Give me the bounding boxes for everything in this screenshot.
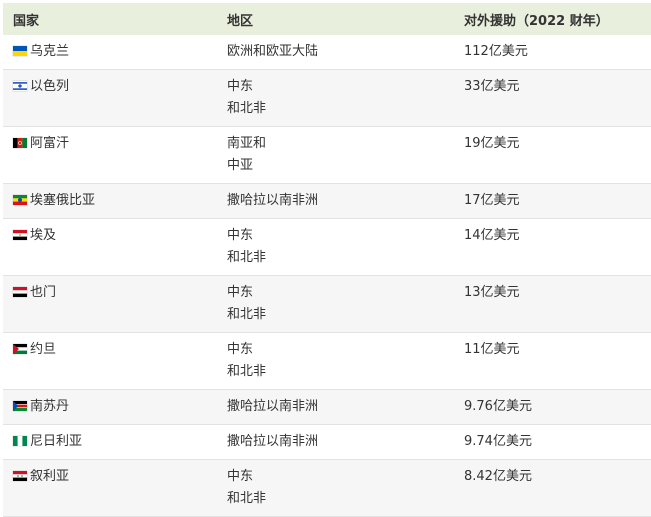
- aid-amount-cell: 8.42亿美元: [458, 459, 651, 517]
- country-name: 乌克兰: [30, 44, 70, 59]
- country-cell: 也门: [3, 275, 215, 333]
- afghanistan-flag-icon: [13, 138, 27, 148]
- region-line: 南亚和: [227, 136, 267, 151]
- country-cell: 埃及: [3, 218, 215, 276]
- region-cell: 欧洲和欧亚大陆: [215, 35, 458, 70]
- region-cell: 撒哈拉以南非洲: [215, 389, 458, 425]
- country-name: 南苏丹: [30, 399, 70, 414]
- country-name: 叙利亚: [30, 469, 70, 484]
- table-body: 乌克兰 欧洲和欧亚大陆 112亿美元 以色列 中东 和北非 33亿美元 阿富汗 南亚和 中亚 19亿…: [3, 35, 651, 517]
- region-line: 中东: [227, 342, 254, 357]
- table-row: 南苏丹 撒哈拉以南非洲 9.76亿美元: [3, 389, 651, 425]
- country-name: 埃塞俄比亚: [30, 193, 96, 208]
- country-name: 也门: [30, 285, 57, 300]
- country-cell: 尼日利亚: [3, 424, 215, 460]
- header-region: 地区: [215, 3, 458, 35]
- region-cell: 南亚和 中亚: [215, 126, 458, 184]
- region-line: 和北非: [227, 364, 267, 379]
- country-name: 尼日利亚: [30, 434, 83, 449]
- ethiopia-flag-icon: [13, 195, 27, 205]
- header-aid: 对外援助（2022 财年）: [458, 3, 651, 35]
- region-cell: 中东 和北非: [215, 332, 458, 390]
- country-cell: 埃塞俄比亚: [3, 183, 215, 219]
- country-cell: 乌克兰: [3, 35, 215, 70]
- south-sudan-flag-icon: [13, 401, 27, 411]
- table-row: 约旦 中东 和北非 11亿美元: [3, 332, 651, 390]
- region-cell: 中东 和北非: [215, 218, 458, 276]
- table-row: 尼日利亚 撒哈拉以南非洲 9.74亿美元: [3, 424, 651, 460]
- country-cell: 南苏丹: [3, 389, 215, 425]
- table-row: 也门 中东 和北非 13亿美元: [3, 275, 651, 333]
- table-row: 以色列 中东 和北非 33亿美元: [3, 69, 651, 127]
- jordan-flag-icon: [13, 344, 27, 354]
- country-cell: 叙利亚: [3, 459, 215, 517]
- header-row: 国家 地区 对外援助（2022 财年）: [3, 3, 651, 35]
- header-country: 国家: [3, 3, 215, 35]
- foreign-aid-table: 国家 地区 对外援助（2022 财年） 乌克兰 欧洲和欧亚大陆 112亿美元 以色列中…: [3, 3, 651, 517]
- country-cell: 以色列: [3, 69, 215, 127]
- region-line: 撒哈拉以南非洲: [227, 399, 319, 414]
- region-line: 中亚: [227, 158, 254, 173]
- aid-amount-cell: 9.74亿美元: [458, 424, 651, 460]
- israel-flag-icon: [13, 81, 27, 91]
- aid-amount-cell: 11亿美元: [458, 332, 651, 390]
- region-line: 撒哈拉以南非洲: [227, 193, 319, 208]
- region-line: 中东: [227, 228, 254, 243]
- region-line: 和北非: [227, 101, 267, 116]
- aid-amount-cell: 112亿美元: [458, 35, 651, 70]
- aid-amount-cell: 17亿美元: [458, 183, 651, 219]
- country-cell: 阿富汗: [3, 126, 215, 184]
- region-line: 和北非: [227, 250, 267, 265]
- nigeria-flag-icon: [13, 436, 27, 446]
- country-name: 约旦: [30, 342, 57, 357]
- region-cell: 撒哈拉以南非洲: [215, 183, 458, 219]
- table-header: 国家 地区 对外援助（2022 财年）: [3, 3, 651, 35]
- table-row: 埃及 中东 和北非 14亿美元: [3, 218, 651, 276]
- region-line: 中东: [227, 79, 254, 94]
- country-name: 阿富汗: [30, 136, 70, 151]
- aid-amount-cell: 33亿美元: [458, 69, 651, 127]
- aid-amount-cell: 9.76亿美元: [458, 389, 651, 425]
- region-cell: 中东 和北非: [215, 459, 458, 517]
- syria-flag-icon: [13, 471, 27, 481]
- country-name: 埃及: [30, 228, 57, 243]
- region-cell: 中东 和北非: [215, 275, 458, 333]
- table-row: 阿富汗 南亚和 中亚 19亿美元: [3, 126, 651, 184]
- table-row: 埃塞俄比亚 撒哈拉以南非洲 17亿美元: [3, 183, 651, 219]
- table-row: 叙利亚 中东 和北非 8.42亿美元: [3, 459, 651, 517]
- region-cell: 撒哈拉以南非洲: [215, 424, 458, 460]
- region-line: 撒哈拉以南非洲: [227, 434, 319, 449]
- aid-amount-cell: 19亿美元: [458, 126, 651, 184]
- aid-amount-cell: 14亿美元: [458, 218, 651, 276]
- country-cell: 约旦: [3, 332, 215, 390]
- aid-amount-cell: 13亿美元: [458, 275, 651, 333]
- yemen-flag-icon: [13, 287, 27, 297]
- ukraine-flag-icon: [13, 46, 27, 56]
- table-row: 乌克兰 欧洲和欧亚大陆 112亿美元: [3, 35, 651, 70]
- region-line: 中东: [227, 285, 254, 300]
- region-line: 和北非: [227, 307, 267, 322]
- egypt-flag-icon: [13, 230, 27, 240]
- region-cell: 中东 和北非: [215, 69, 458, 127]
- region-line: 欧洲和欧亚大陆: [227, 44, 319, 59]
- region-line: 中东: [227, 469, 254, 484]
- country-name: 以色列: [30, 79, 70, 94]
